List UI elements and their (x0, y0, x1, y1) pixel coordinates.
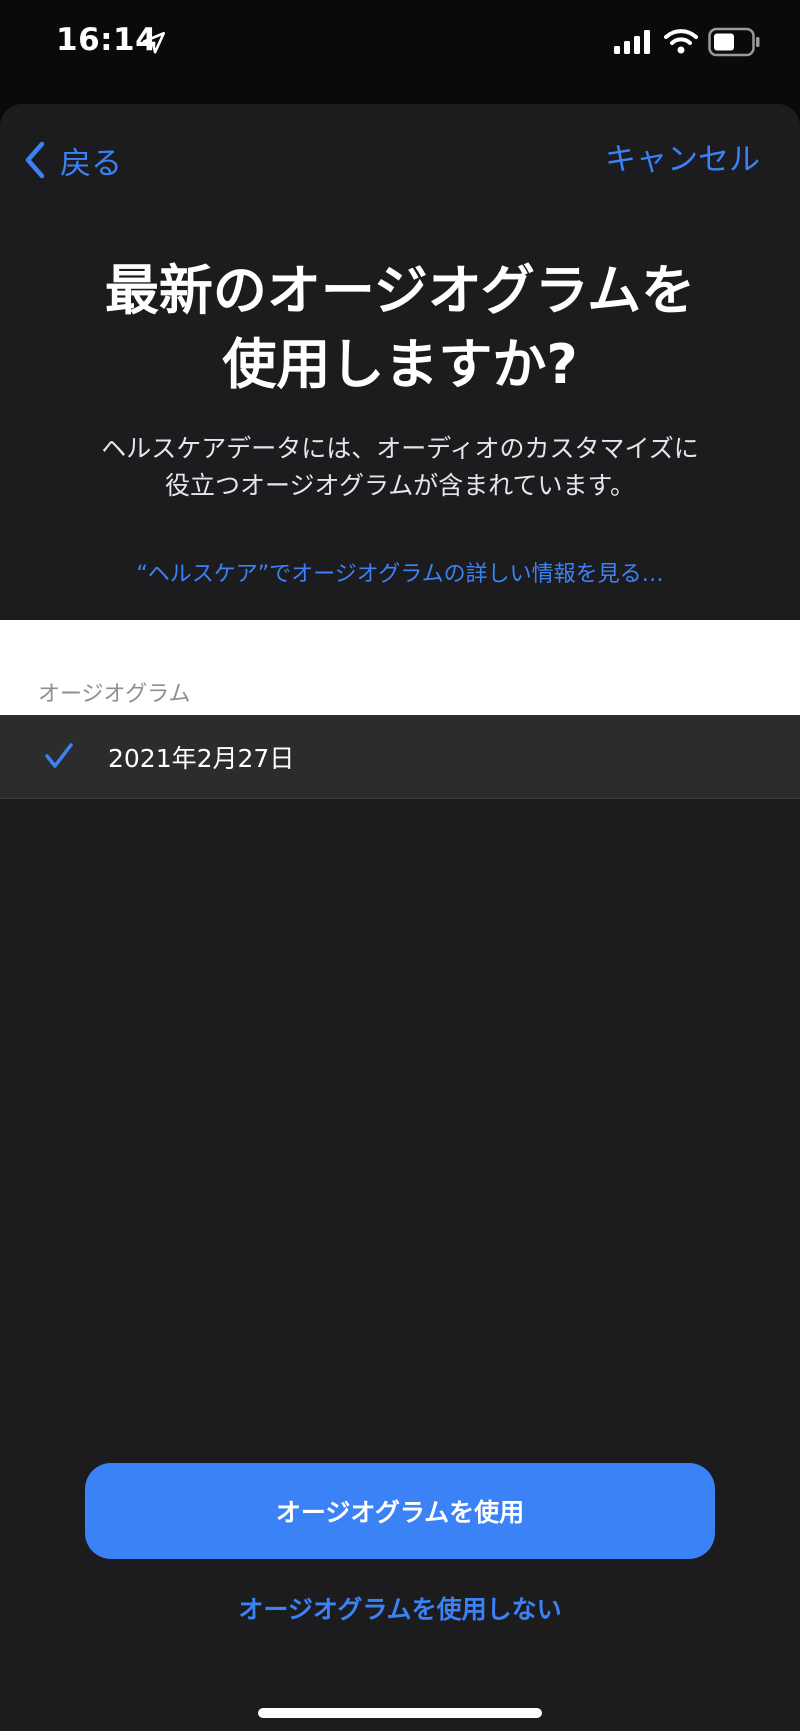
wifi-icon (664, 29, 698, 54)
home-indicator (258, 1708, 542, 1718)
description-line-2: 役立つオージオグラムが含まれています。 (164, 471, 635, 500)
cancel-button[interactable]: キャンセル (605, 138, 760, 182)
back-button[interactable]: 戻る (22, 138, 122, 182)
back-label: 戻る (60, 145, 122, 182)
description: ヘルスケアデータには、オーディオのカスタマイズに 役立つオージオグラムが含まれて… (70, 430, 730, 504)
location-arrow-icon (142, 31, 166, 54)
description-line-1: ヘルスケアデータには、オーディオのカスタマイズに (101, 434, 699, 463)
audiogram-date: 2021年2月27日 (108, 744, 295, 773)
checkmark-icon (45, 743, 73, 768)
list-item[interactable]: 2021年2月27日 (0, 715, 800, 799)
title-line-1: 最新のオージオグラムを (104, 259, 696, 322)
learn-more-link[interactable]: “ヘルスケア”でオージオグラムの詳しい情報を見る… (40, 556, 760, 588)
section-header-label: オージオグラム (38, 682, 191, 707)
dont-use-audiogram-button[interactable]: オージオグラムを使用しない (100, 1582, 700, 1634)
modal-sheet: 戻る キャンセル 最新のオージオグラムを 使用しますか? ヘルスケアデータには、… (0, 104, 800, 1731)
use-audiogram-button[interactable]: オージオグラムを使用 (85, 1463, 715, 1559)
section-header: オージオグラム (0, 620, 800, 715)
status-bar: 16:14 (0, 0, 800, 90)
battery-icon (708, 27, 760, 57)
chevron-left-icon (25, 141, 45, 179)
page-title: 最新のオージオグラムを 使用しますか? (60, 254, 740, 402)
cellular-signal-icon (614, 30, 650, 54)
title-line-2: 使用しますか? (222, 333, 578, 396)
